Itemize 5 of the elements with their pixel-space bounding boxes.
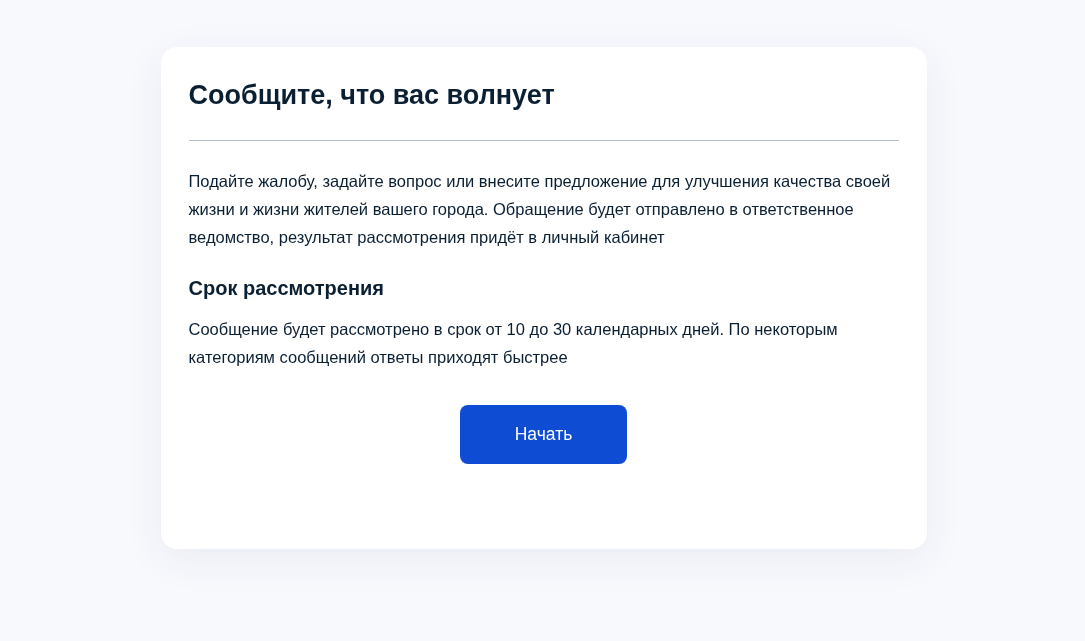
page-title: Сообщите, что вас волнует — [188, 79, 556, 112]
section-text: Сообщение будет рассмотрено в срок от 10 до 30 календарных дней. По некоторым категориям сообщений ответы приходят быстрее — [188, 319, 839, 368]
description-text: Подайте жалобу, задайте вопрос или внесите предложение для улучшения качества своей жизни и жизни жителей вашего города. Обращение будет отправлено в ответственное ведомство, результат рассмотрения придёт в личный кабинет — [188, 171, 892, 248]
section-title: Срок рассмотрения — [188, 276, 385, 301]
start-button[interactable]: Начать — [460, 405, 627, 464]
